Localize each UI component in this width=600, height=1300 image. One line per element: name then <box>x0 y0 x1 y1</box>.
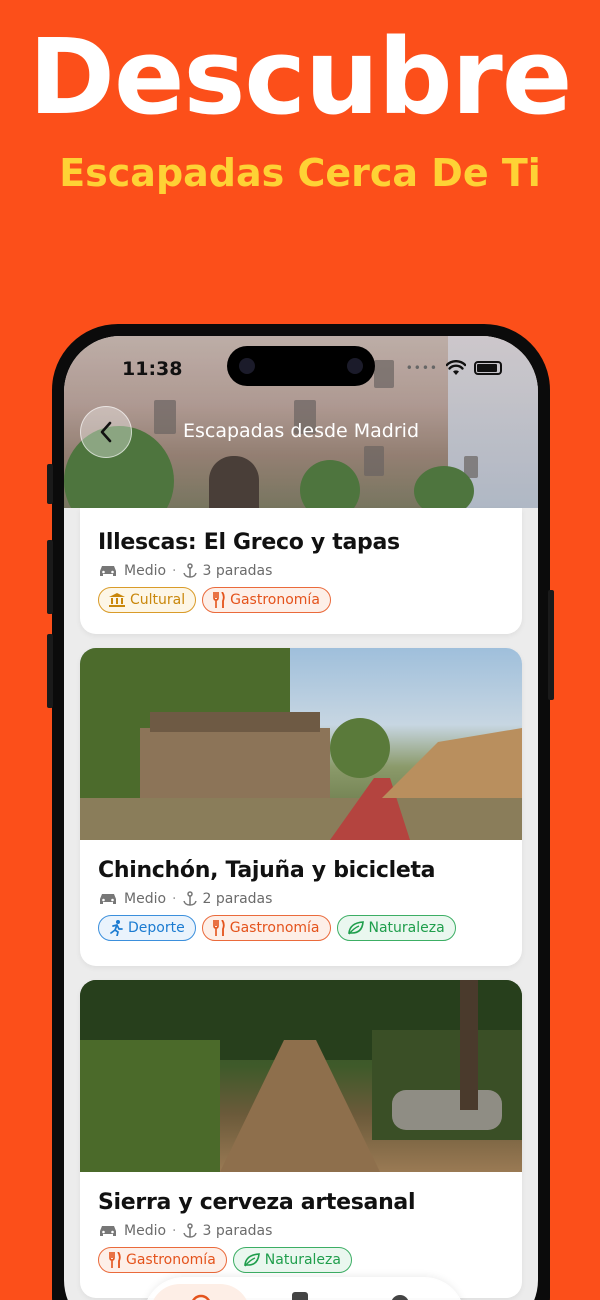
hero-title: Descubre <box>28 16 573 138</box>
card-photo <box>80 648 522 840</box>
route-card[interactable]: Sierra y cerveza artesanal Medio · 3 par… <box>80 980 522 1298</box>
compass-icon <box>192 1294 210 1300</box>
tag-gastronomia[interactable]: Gastronomía <box>201 915 331 941</box>
stops-label: 3 paradas <box>202 563 273 579</box>
anchor-icon <box>182 1223 197 1238</box>
leaf-icon <box>347 921 364 935</box>
car-icon <box>100 1226 116 1236</box>
stops-label: 2 paradas <box>202 891 273 907</box>
fork-knife-icon <box>213 592 225 608</box>
battery-icon <box>474 361 502 375</box>
status-time: 11:38 <box>122 358 183 380</box>
card-title: Sierra y cerveza artesanal <box>98 1190 416 1215</box>
route-card[interactable]: Chinchón, Tajuña y bicicleta Medio · 2 p… <box>80 648 522 966</box>
hero-subtitle: Escapadas Cerca De Ti <box>59 151 541 195</box>
tag-cultural[interactable]: Cultural <box>98 587 197 613</box>
phone-volume-down <box>47 634 53 708</box>
difficulty-label: Medio <box>124 891 167 907</box>
tag-gastronomia[interactable]: Gastronomía <box>98 1247 227 1273</box>
leaf-icon <box>243 1253 260 1267</box>
card-meta: Medio · 2 paradas <box>98 891 508 907</box>
fork-knife-icon <box>109 1252 121 1268</box>
car-icon <box>100 894 116 904</box>
running-icon <box>110 920 123 936</box>
fork-knife-icon <box>212 920 225 936</box>
phone-volume-up <box>47 540 53 614</box>
route-card[interactable]: Illescas: El Greco y tapas Medio · 3 par… <box>80 508 522 634</box>
tag-list: Deporte Gastronomía Naturaleza <box>98 915 508 941</box>
tag-list: Gastronomía Naturaleza <box>98 1247 508 1273</box>
tag-naturaleza[interactable]: Naturaleza <box>232 1247 352 1273</box>
wifi-icon <box>446 360 466 375</box>
card-title: Chinchón, Tajuña y bicicleta <box>98 858 436 883</box>
anchor-icon <box>182 891 197 906</box>
difficulty-label: Medio <box>124 1223 167 1239</box>
tag-list: Cultural Gastronomía <box>98 587 508 613</box>
card-meta: Medio · 3 paradas <box>98 1223 508 1239</box>
anchor-icon <box>182 563 197 578</box>
bookmark-icon[interactable] <box>290 1292 310 1300</box>
signal-icon: •••• <box>405 361 438 375</box>
card-photo <box>80 980 522 1172</box>
difficulty-label: Medio <box>124 563 167 579</box>
status-icons: •••• <box>406 360 502 376</box>
tab-bar <box>144 1278 464 1300</box>
museum-icon <box>109 593 125 607</box>
tag-deporte[interactable]: Deporte <box>98 915 196 941</box>
card-title: Illescas: El Greco y tapas <box>98 530 400 555</box>
header-title: Escapadas desde Madrid <box>182 420 420 442</box>
app-screen: 11:38 •••• Escapadas desde Madrid Illesc… <box>64 336 538 1300</box>
gear-icon[interactable] <box>388 1292 412 1300</box>
phone-power-button <box>548 590 554 700</box>
dynamic-island <box>227 346 375 386</box>
card-meta: Medio · 3 paradas <box>98 563 508 579</box>
tag-gastronomia[interactable]: Gastronomía <box>202 587 331 613</box>
tab-explore[interactable] <box>150 1284 250 1300</box>
car-icon <box>100 566 116 576</box>
tag-naturaleza[interactable]: Naturaleza <box>336 915 456 941</box>
phone-mute-switch <box>47 464 53 504</box>
stops-label: 3 paradas <box>202 1223 273 1239</box>
